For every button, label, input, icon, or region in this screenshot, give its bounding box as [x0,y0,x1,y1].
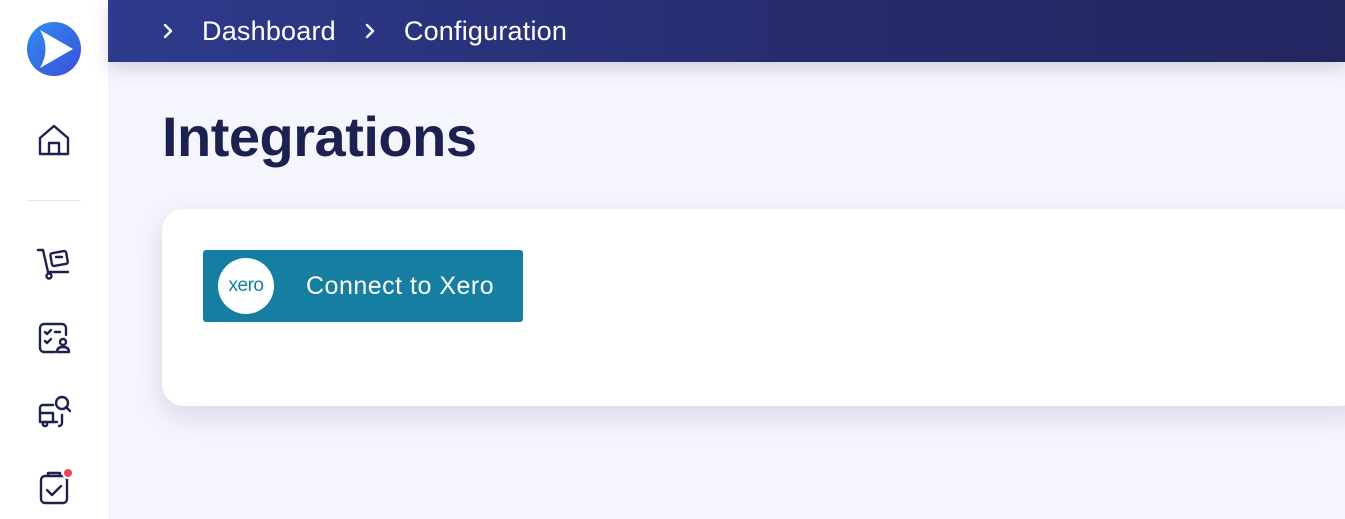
chevron-right-icon [362,23,378,39]
sidebar-divider [27,200,81,201]
chevron-right-icon [160,23,176,39]
integrations-card: xero Connect to Xero [162,209,1345,406]
page-title: Integrations [162,105,477,168]
sidebar-item-checklist[interactable] [34,318,74,358]
sidebar-item-trolley[interactable] [34,243,74,283]
notification-badge [62,467,74,479]
breadcrumb-item-dashboard[interactable]: Dashboard [202,16,336,47]
trolley-icon [36,248,70,280]
xero-logo: xero [218,258,274,314]
connect-xero-button[interactable]: xero Connect to Xero [203,250,523,322]
breadcrumb: Dashboard Configuration [108,0,1345,62]
app-logo[interactable] [27,22,81,76]
sidebar-item-home[interactable] [34,120,74,160]
sidebar-item-tasks[interactable] [34,467,74,507]
home-icon [38,124,70,156]
connect-xero-label: Connect to Xero [306,271,495,300]
sidebar-item-fleet[interactable] [34,392,74,432]
breadcrumb-item-configuration[interactable]: Configuration [404,16,567,47]
sidebar [0,0,108,519]
truck-search-icon [38,395,72,428]
checklist-user-icon [38,322,71,354]
